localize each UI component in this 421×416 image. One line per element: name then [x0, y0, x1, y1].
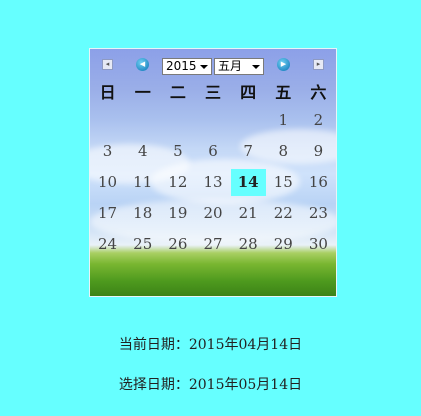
next-month-button[interactable]: ▶: [277, 58, 290, 71]
day-cell[interactable]: 12: [160, 167, 195, 198]
day-cell[interactable]: 26: [160, 229, 195, 260]
day-cell[interactable]: 29: [266, 229, 301, 260]
day-cell[interactable]: 2: [301, 105, 336, 136]
day-cell[interactable]: 16: [301, 167, 336, 198]
weekday-header-row: 日一二三四五六: [90, 81, 336, 105]
weekday-label: 四: [240, 83, 257, 102]
calendar-week-row: 10 11 12 13 14 15 16: [90, 167, 336, 198]
day-cell[interactable]: 9: [301, 136, 336, 167]
calendar-grid: 日一二三四五六 1 2 3 4 5 6 7 8 9 10 11 12 13 14 15 16 17 18 19 20 2…: [90, 81, 336, 260]
day-cell[interactable]: 30: [301, 229, 336, 260]
calendar-nav: ◂ ◀ 2015 五月 ▶ ▸: [90, 57, 336, 75]
day-cell[interactable]: 19: [160, 198, 195, 229]
weekday-label: 日: [99, 83, 116, 102]
day-cell[interactable]: 3: [90, 136, 125, 167]
prev-year-button[interactable]: ◂: [102, 59, 113, 70]
weekday-label: 一: [134, 83, 151, 102]
day-cell[interactable]: 21: [231, 198, 266, 229]
weekday-label: 五: [275, 83, 292, 102]
day-cell[interactable]: 20: [195, 198, 230, 229]
month-select-value: 五月: [218, 59, 243, 73]
selected-day-cell[interactable]: 14: [230, 169, 266, 196]
weekday-label: 二: [169, 83, 186, 102]
month-select[interactable]: 五月: [214, 58, 264, 75]
day-cell[interactable]: 28: [231, 229, 266, 260]
chevron-down-icon: [200, 65, 208, 69]
day-cell[interactable]: 1: [266, 105, 301, 136]
empty-day-cell: [90, 105, 125, 136]
current-date-label: 当前日期：2015年04月14日: [118, 337, 303, 353]
day-cell[interactable]: 6: [195, 136, 230, 167]
weekday-label: 三: [204, 83, 221, 102]
empty-day-cell: [160, 105, 195, 136]
weekday-label: 六: [310, 83, 327, 102]
day-cell[interactable]: 8: [266, 136, 301, 167]
day-cell[interactable]: 11: [125, 167, 160, 198]
prev-month-button[interactable]: ◀: [136, 58, 149, 71]
day-cell[interactable]: 23: [301, 198, 336, 229]
day-cell[interactable]: 22: [266, 198, 301, 229]
day-cell[interactable]: 27: [195, 229, 230, 260]
empty-day-cell: [231, 105, 266, 136]
empty-day-cell: [195, 105, 230, 136]
calendar-week-row: 3456789: [90, 136, 336, 167]
day-cell[interactable]: 17: [90, 198, 125, 229]
year-select-value: 2015: [166, 59, 197, 73]
selected-date-label: 选择日期：2015年05月14日: [118, 377, 303, 393]
day-cell[interactable]: 7: [231, 136, 266, 167]
day-cell[interactable]: 24: [90, 229, 125, 260]
day-cell[interactable]: 15: [266, 167, 301, 198]
next-year-button[interactable]: ▸: [313, 59, 324, 70]
calendar-widget: ◂ ◀ 2015 五月 ▶ ▸ 日一二三四五六 1 2 3 4 5 6 7 8 9 10 11 12 1…: [89, 48, 337, 297]
chevron-down-icon: [252, 65, 260, 69]
calendar-week-row: 12: [90, 105, 336, 136]
calendar-week-row: 24 25 26 27 28 29 30: [90, 229, 336, 260]
day-cell[interactable]: 5: [160, 136, 195, 167]
day-cell[interactable]: 4: [125, 136, 160, 167]
day-cell[interactable]: 18: [125, 198, 160, 229]
day-cell[interactable]: 13: [195, 167, 230, 198]
year-select[interactable]: 2015: [162, 58, 212, 75]
empty-day-cell: [125, 105, 160, 136]
day-cell[interactable]: 10: [90, 167, 125, 198]
calendar-week-row: 17 18 19 20 21 22 23: [90, 198, 336, 229]
calendar-weeks: 1 2 3 4 5 6 7 8 9 10 11 12 13 14 15 16 17 18 19 20 21 22 23 24 2…: [90, 105, 336, 260]
day-cell[interactable]: 25: [125, 229, 160, 260]
